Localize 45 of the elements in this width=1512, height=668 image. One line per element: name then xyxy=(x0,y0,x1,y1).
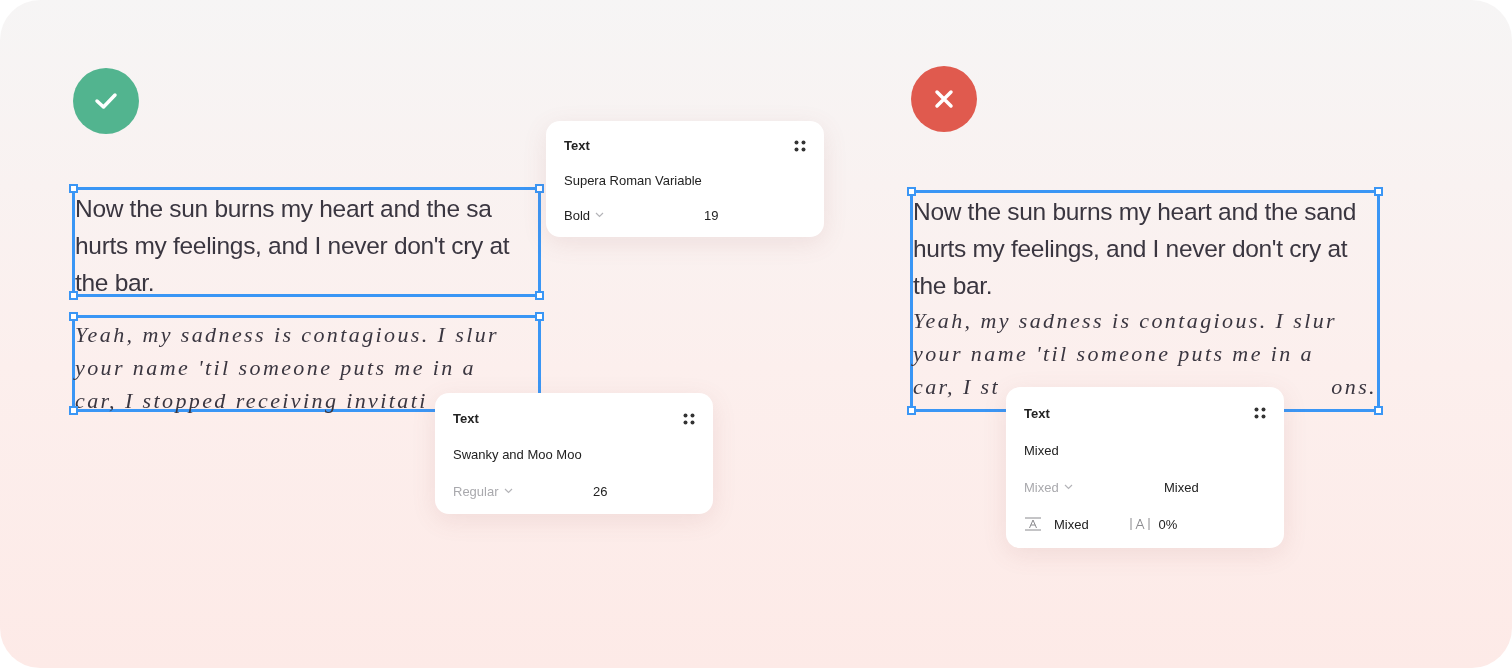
drag-handle-icon[interactable] xyxy=(794,139,806,152)
font-family-value[interactable]: Mixed xyxy=(1024,442,1059,458)
text-line: car, I st xyxy=(913,373,1000,401)
font-size-value[interactable]: 19 xyxy=(704,207,719,223)
resize-handle[interactable] xyxy=(69,291,78,300)
panel-title: Text xyxy=(564,138,591,154)
resize-handle[interactable] xyxy=(907,406,916,415)
text-line: Yeah, my sadness is contagious. I slur xyxy=(913,307,1338,335)
text-line: the bar. xyxy=(913,271,993,301)
letter-spacing-value[interactable]: 0% xyxy=(1158,516,1178,532)
line-height-icon xyxy=(1024,517,1042,531)
resize-handle[interactable] xyxy=(535,312,544,321)
close-icon xyxy=(934,89,954,109)
panel-title: Text xyxy=(453,411,480,427)
text-line: your name 'til someone puts me in a xyxy=(913,340,1314,368)
resize-handle[interactable] xyxy=(69,184,78,193)
text-line: car, I stopped receiving invitati xyxy=(75,387,428,415)
chevron-down-icon xyxy=(595,212,605,219)
drag-handle-icon[interactable] xyxy=(1254,407,1266,419)
drag-handle-icon[interactable] xyxy=(683,412,695,425)
font-size-value[interactable]: Mixed xyxy=(1164,479,1199,495)
check-icon xyxy=(94,92,118,110)
resize-handle[interactable] xyxy=(535,184,544,193)
text-line: ons. xyxy=(1331,373,1377,401)
text-line: Yeah, my sadness is contagious. I slur xyxy=(75,321,500,349)
line-height-value[interactable]: Mixed xyxy=(1054,516,1089,532)
text-line: Now the sun burns my heart and the sand xyxy=(913,197,1357,227)
chevron-down-icon xyxy=(503,488,513,495)
text-line: the bar. xyxy=(75,268,155,298)
resize-handle[interactable] xyxy=(907,187,916,196)
resize-handle[interactable] xyxy=(1374,187,1383,196)
font-family-value[interactable]: Supera Roman Variable xyxy=(564,173,702,188)
font-weight-dropdown[interactable]: Bold xyxy=(564,207,591,223)
resize-handle[interactable] xyxy=(535,291,544,300)
chevron-down-icon xyxy=(1063,484,1073,490)
text-line: your name 'til someone puts me in a xyxy=(75,354,476,382)
resize-handle[interactable] xyxy=(69,312,78,321)
font-family-value[interactable]: Swanky and Moo Moo xyxy=(453,447,582,463)
selection-frame[interactable]: Now the sun burns my heart and the sa hurts my feelings, and I never don't cry at the bar. xyxy=(72,187,541,297)
letter-spacing-icon xyxy=(1130,517,1151,531)
text-line: hurts my feelings, and I never don't cry at xyxy=(75,231,510,261)
font-size-value[interactable]: 26 xyxy=(593,483,608,499)
resize-handle[interactable] xyxy=(1374,406,1383,415)
text-line: Now the sun burns my heart and the sa xyxy=(75,194,492,224)
text-line: hurts my feelings, and I never don't cry at xyxy=(913,234,1348,264)
